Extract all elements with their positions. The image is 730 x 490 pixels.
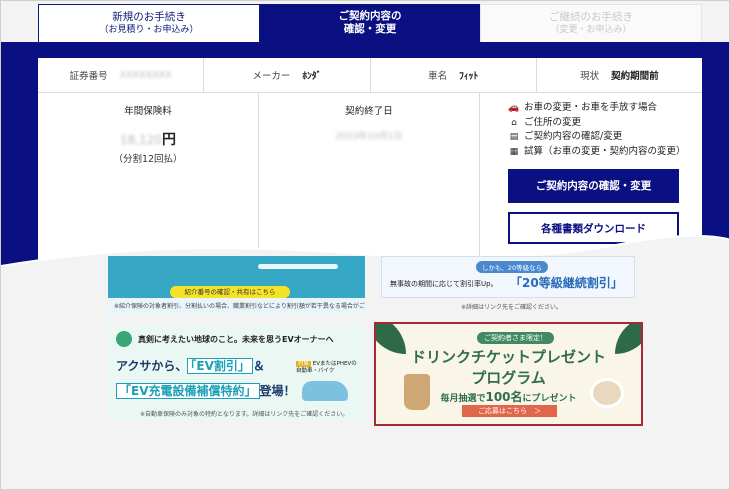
installment-text: （分割12回払） — [113, 154, 183, 165]
ev-headline: 真剣に考えたい地球のこと。未来を思うEVオーナーへ — [138, 335, 334, 344]
link-label: ご住所の変更 — [524, 116, 582, 128]
link-contract-review[interactable]: ▤ ご契約内容の確認/変更 — [508, 130, 702, 145]
drink-subtitle-count: 100名 — [485, 390, 523, 404]
page-frame: 新規のお手続き （お見積り・お申込み） ご契約内容の 確認・変更 ご継続のお手続… — [0, 0, 730, 490]
grade-headline: 「20等級継続割引」 — [510, 276, 623, 290]
contract-summary-row: 証券番号 XXXXXXXX メーカー ﾎﾝﾀﾞ 車名 ﾌｨｯﾄ 現状 契約期間前 — [38, 58, 702, 93]
premium-label: 年間保険料 — [124, 106, 172, 117]
drink-subtitle-post: にプレゼント — [522, 394, 577, 404]
grade-tag: しかも、20等級なら — [476, 261, 549, 273]
tab-title: ご契約内容の — [338, 10, 402, 22]
ev-line-1-pre: アクサから、 — [116, 359, 188, 373]
status-cell: 現状 契約期間前 — [537, 58, 702, 92]
ev-note: ※自動車保険のみ対象の特約となります。詳細はリンク先をご確認ください。 — [140, 411, 349, 418]
premium-unit: 円 — [162, 132, 176, 148]
iced-coffee-icon — [404, 374, 430, 410]
premium-amount: 18,120円 — [38, 129, 258, 149]
ev-line-1-post: ＆ — [252, 359, 265, 373]
drink-subtitle-pre: 毎月抽選で — [440, 394, 486, 404]
referral-banner[interactable]: 紹介番号の確認・共有はこちら ※紹介保険の対象者割引、分割払いの場合、職業割引な… — [108, 256, 365, 314]
drink-apply-button[interactable]: ご応募はこちら ＞ — [462, 405, 557, 417]
grade-discount-banner[interactable]: しかも、20等級なら 無事故の期間に応じて割引率Up。 「20等級継続割引」 — [381, 256, 635, 298]
policy-number-label: 証券番号 — [69, 71, 108, 82]
tab-subtitle: 確認・変更 — [343, 23, 397, 35]
grade-note: ※詳細はリンク先をご確認ください。 — [461, 304, 563, 311]
maker-label: メーカー — [252, 71, 291, 82]
tab-title: 新規のお手続き — [112, 11, 186, 23]
calculator-icon: ▦ — [509, 146, 519, 157]
end-date-value: 2023年10月1日 — [335, 132, 403, 142]
maker-cell: メーカー ﾎﾝﾀﾞ — [204, 58, 371, 92]
policy-number-cell: 証券番号 XXXXXXXX — [38, 58, 205, 92]
tab-contract-review[interactable]: ご契約内容の 確認・変更 — [260, 4, 480, 42]
drink-tag: ご契約者さま限定！ — [477, 332, 554, 344]
referral-banner-stripe — [258, 264, 338, 269]
tab-title: ご継続のお手続き — [549, 11, 633, 23]
drink-title-1: ドリンクチケットプレゼント — [410, 348, 606, 366]
leaf-icon — [116, 331, 132, 347]
link-label: お車の変更・お車を手放す場合 — [524, 102, 658, 113]
document-icon: ▤ — [509, 132, 519, 142]
referral-pill: 紹介番号の確認・共有はこちら — [170, 286, 290, 298]
car-name-value: ﾌｨｯﾄ — [459, 71, 479, 82]
tab-new-procedure[interactable]: 新規のお手続き （お見積り・お申込み） — [38, 4, 260, 42]
grade-text: 無事故の期間に応じて割引率Up。 — [390, 280, 498, 288]
tab-subtitle: （お見積り・お申込み） — [99, 25, 199, 35]
maker-value: ﾎﾝﾀﾞ — [302, 71, 322, 82]
link-label: 試算（お車の変更・契約内容の変更） — [524, 145, 686, 157]
premium-value: 18,120 — [120, 133, 162, 147]
latte-cup-icon — [590, 378, 624, 408]
link-address-change[interactable]: ⌂ ご住所の変更 — [508, 116, 702, 131]
ev-target-text: EVまたはPHEVの — [312, 361, 357, 367]
car-name-cell: 車名 ﾌｨｯﾄ — [371, 58, 537, 92]
ev-line-2: 「EV充電設備補償特約」 登場！ — [116, 382, 296, 399]
status-label: 現状 — [580, 71, 600, 82]
status-value: 契約期間前 — [611, 71, 659, 82]
tab-subtitle: （変更・お申込み） — [550, 25, 632, 35]
ev-target-text-2: 自動車・バイク — [296, 368, 335, 374]
ev-discount-banner[interactable]: 真剣に考えたい地球のこと。未来を思うEVオーナーへ アクサから、 「EV割引」＆ … — [108, 325, 365, 420]
ev-target-badge: 対象 — [296, 361, 312, 367]
ev-charger-highlight: 「EV充電設備補償特約」 — [116, 383, 260, 399]
car-icon: 🚗 — [508, 103, 520, 113]
end-date-label: 契約終了日 — [345, 106, 393, 117]
confirm-change-button[interactable]: ご契約内容の確認・変更 — [508, 169, 679, 203]
link-label: ご契約内容の確認/変更 — [524, 131, 623, 142]
link-estimate[interactable]: ▦ 試算（お車の変更・契約内容の変更） — [508, 145, 702, 160]
car-name-label: 車名 — [428, 71, 448, 82]
action-links: 🚗 お車の変更・お車を手放す場合 ⌂ ご住所の変更 ▤ ご契約内容の確認/変更 ▦ 試算… — [508, 101, 702, 159]
home-icon: ⌂ — [511, 117, 517, 128]
drink-ticket-banner[interactable]: ご契約者さま限定！ ドリンクチケットプレゼント プログラム 毎月抽選で100名に… — [374, 322, 643, 426]
ev-discount-highlight: 「EV割引」 — [187, 358, 253, 374]
referral-note: ※紹介保険の対象者割引、分割払いの場合、職業割引などにより割引額が若干異なる場合… — [114, 303, 365, 310]
ev-target-info: 対象 EVまたはPHEVの 自動車・バイク — [296, 361, 357, 375]
policy-number-value: XXXXXXXX — [119, 69, 172, 81]
link-car-change[interactable]: 🚗 お車の変更・お車を手放す場合 — [508, 101, 702, 116]
ev-line-2-post: 登場！ — [259, 384, 296, 398]
tab-bar: 新規のお手続き （お見積り・お申込み） ご契約内容の 確認・変更 ご継続のお手続… — [38, 4, 702, 42]
car-illustration-icon — [302, 381, 348, 401]
ev-line-1: アクサから、 「EV割引」＆ — [116, 357, 265, 374]
tab-renewal: ご継続のお手続き （変更・お申込み） — [480, 4, 702, 42]
